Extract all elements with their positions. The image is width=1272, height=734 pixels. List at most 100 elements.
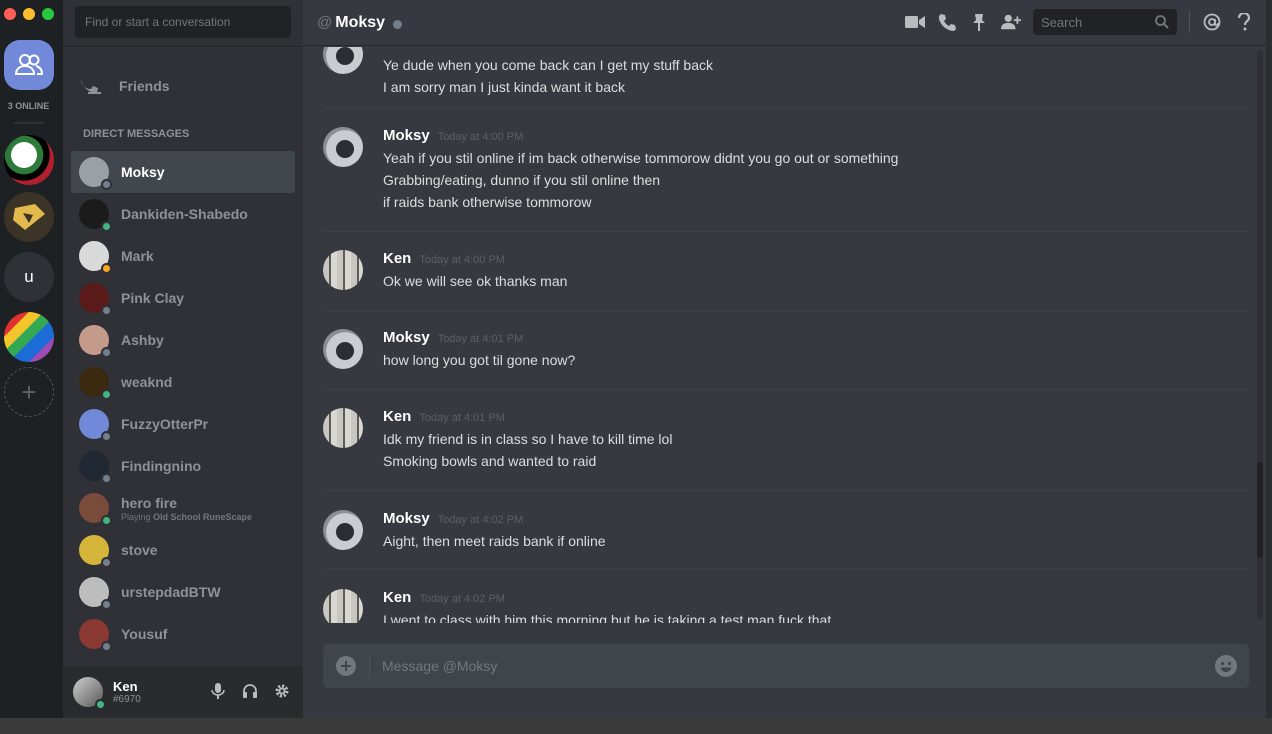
message-list: Ye dude when you come back can I get my … <box>303 47 1263 623</box>
add-friends-to-dm-button[interactable] <box>1001 9 1021 35</box>
dm-name: Dankiden-Shabedo <box>121 206 248 222</box>
dm-item[interactable]: stove <box>71 529 295 571</box>
user-settings-button[interactable] <box>273 682 291 700</box>
message-text: if raids bank otherwise tommorow <box>383 194 592 210</box>
dm-item[interactable]: weaknd <box>71 361 295 403</box>
message-text: Aight, then meet raids bank if online <box>383 533 606 549</box>
server-icon[interactable] <box>4 312 54 362</box>
server-initial: u <box>24 267 34 286</box>
dm-name: Pink Clay <box>121 290 185 306</box>
search-placeholder: Search <box>1041 15 1083 30</box>
message-timestamp: Today at 4:00 PM <box>437 131 524 143</box>
headphones-icon <box>243 684 257 698</box>
video-call-button[interactable] <box>905 9 925 35</box>
dm-item[interactable]: Dankiden-Shabedo <box>71 193 295 235</box>
dm-item[interactable]: hero fire Playing Old School RuneScape <box>71 487 295 529</box>
dm-name: urstepdadBTW <box>121 584 221 600</box>
minimize-window-button[interactable] <box>23 8 35 20</box>
search-input[interactable]: Search <box>1033 9 1177 35</box>
phone-icon <box>938 14 956 31</box>
message-avatar[interactable] <box>323 329 363 369</box>
avatar <box>79 535 112 568</box>
voice-call-button[interactable] <box>937 9 957 35</box>
message-input[interactable] <box>370 644 1203 688</box>
help-button[interactable] <box>1234 9 1254 35</box>
message-author[interactable]: Ken <box>383 408 411 425</box>
status-indicator <box>101 557 112 568</box>
message-timestamp: Today at 4:02 PM <box>437 514 524 526</box>
dm-text: Yousuf <box>121 626 167 642</box>
dm-item[interactable]: Ashby <box>71 319 295 361</box>
dm-item[interactable]: Moksy <box>71 151 295 193</box>
server-icon[interactable]: u <box>4 252 54 302</box>
dm-item[interactable]: FuzzyOtterPr <box>71 403 295 445</box>
message-author[interactable]: Ken <box>383 589 411 606</box>
server-rail: 3 ONLINE u + <box>0 0 63 718</box>
message-body: Moksy Today at 4:00 PM Yeah if you stil on… <box>383 127 1248 213</box>
friends-home-button[interactable] <box>4 40 54 90</box>
dm-text: hero fire Playing Old School RuneScape <box>121 495 252 522</box>
at-symbol: @ <box>317 14 333 31</box>
toolbar-divider <box>1189 11 1190 33</box>
message-author[interactable]: Moksy <box>383 127 430 144</box>
dm-text: Mark <box>121 248 154 264</box>
status-indicator <box>101 431 112 442</box>
status-indicator <box>101 599 112 610</box>
user-avatar[interactable] <box>73 677 106 710</box>
message-avatar[interactable] <box>323 47 363 74</box>
server-icon[interactable] <box>4 135 54 185</box>
friends-nav-item[interactable]: Friends <box>71 68 295 104</box>
message-author[interactable]: Moksy <box>383 510 430 527</box>
message-author[interactable]: Moksy <box>383 329 430 346</box>
avatar <box>79 283 112 316</box>
dm-name: FuzzyOtterPr <box>121 416 209 432</box>
dm-item[interactable]: Pink Clay <box>71 277 295 319</box>
deafen-button[interactable] <box>241 682 259 700</box>
message-avatar[interactable] <box>323 250 363 290</box>
message-avatar[interactable] <box>323 510 363 550</box>
add-server-button[interactable]: + <box>4 367 54 417</box>
dm-item[interactable]: Yousuf <box>71 613 295 655</box>
message-avatar[interactable] <box>323 589 363 623</box>
server-icon[interactable] <box>4 192 54 242</box>
find-conversation-input[interactable]: Find or start a conversation <box>75 6 291 38</box>
message-author[interactable]: Ken <box>383 250 411 267</box>
close-window-button[interactable] <box>4 8 16 20</box>
message-scrollbar[interactable] <box>1257 50 1263 620</box>
plus-circle-icon <box>336 656 356 676</box>
status-indicator <box>101 347 112 358</box>
dm-name: stove <box>121 542 158 558</box>
message-header: Moksy Today at 4:01 PM <box>383 329 1248 349</box>
direct-messages-header: DIRECT MESSAGES <box>83 128 190 140</box>
mute-button[interactable] <box>209 682 227 700</box>
pinned-messages-button[interactable] <box>969 9 989 35</box>
dm-item[interactable]: urstepdadBTW <box>71 571 295 613</box>
message-divider <box>323 310 1248 311</box>
scrollbar-thumb[interactable] <box>1257 462 1263 558</box>
message-text: Ok we will see ok thanks man <box>383 273 568 289</box>
friends-icon <box>14 54 44 75</box>
emoji-picker-button[interactable] <box>1203 644 1249 688</box>
dm-item[interactable]: Findingnino <box>71 445 295 487</box>
upload-button[interactable] <box>323 644 369 688</box>
rail-divider <box>14 122 44 124</box>
status-indicator <box>101 221 112 232</box>
status-indicator <box>101 641 112 652</box>
avatar <box>79 451 112 484</box>
message-avatar[interactable] <box>323 408 363 448</box>
message-text: Smoking bowls and wanted to raid <box>383 453 597 469</box>
message-timestamp: Today at 4:01 PM <box>437 333 524 345</box>
username: Ken <box>113 679 138 694</box>
zoom-window-button[interactable] <box>42 8 54 20</box>
message-divider <box>323 108 1248 109</box>
activity-game: Old School RuneScape <box>153 511 253 522</box>
mentions-button[interactable] <box>1202 9 1222 35</box>
dm-name: Moksy <box>121 164 165 180</box>
avatar <box>79 325 112 358</box>
message-avatar[interactable] <box>323 127 363 167</box>
chat-area: @ Moksy Search Ye dude when you come bac… <box>303 0 1272 718</box>
message-text: Idk my friend is in class so I have to k… <box>383 431 673 447</box>
dm-item[interactable]: Mark <box>71 235 295 277</box>
add-user-icon <box>1001 14 1021 30</box>
message-timestamp: Today at 4:00 PM <box>419 254 505 266</box>
